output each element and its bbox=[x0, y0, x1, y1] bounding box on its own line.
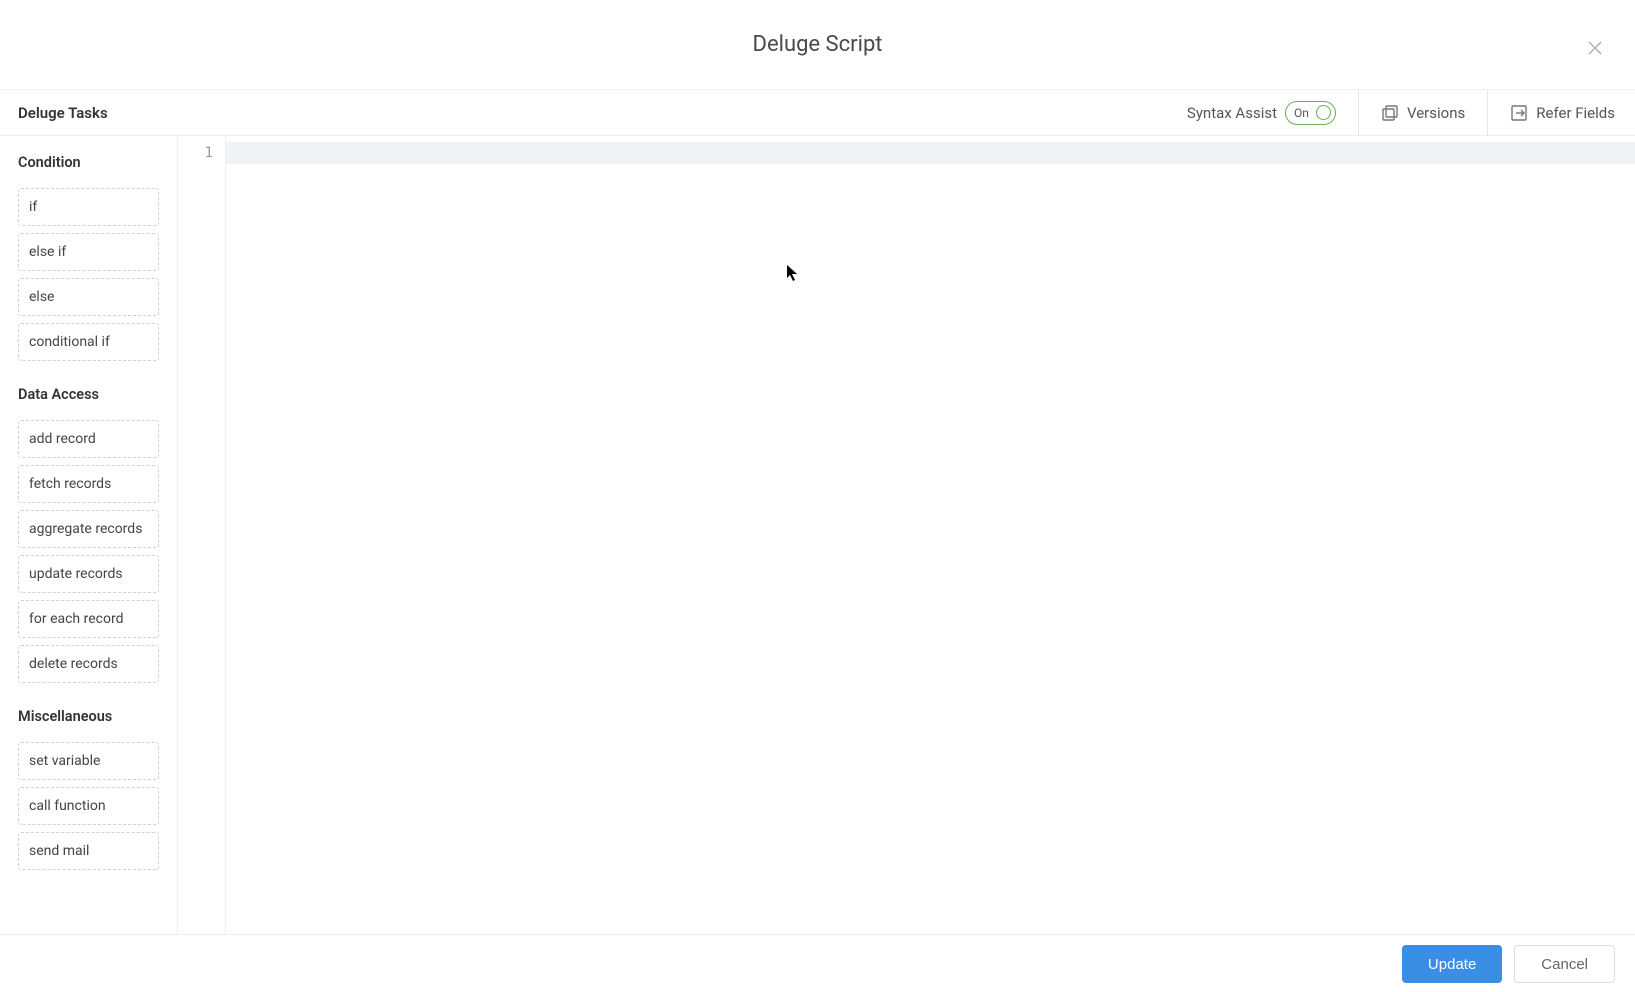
toggle-knob bbox=[1316, 105, 1331, 120]
code-area[interactable] bbox=[226, 136, 1635, 934]
line-number-gutter: 1 bbox=[178, 136, 226, 934]
syntax-assist-toggle[interactable]: On bbox=[1285, 101, 1336, 125]
section-data-access-title: Data Access bbox=[0, 368, 177, 413]
section-miscellaneous-title: Miscellaneous bbox=[0, 690, 177, 735]
toolbar: Deluge Tasks Syntax Assist On Versions R… bbox=[0, 90, 1635, 136]
syntax-assist-group: Syntax Assist On bbox=[1187, 101, 1358, 125]
task-set-variable[interactable]: set variable bbox=[18, 742, 159, 780]
refer-fields-label: Refer Fields bbox=[1536, 104, 1615, 122]
task-for-each-record[interactable]: for each record bbox=[18, 600, 159, 638]
cancel-button[interactable]: Cancel bbox=[1514, 945, 1615, 983]
update-button[interactable]: Update bbox=[1402, 945, 1502, 983]
close-icon bbox=[1587, 40, 1603, 56]
modal-header: Deluge Script bbox=[0, 0, 1635, 90]
task-send-mail[interactable]: send mail bbox=[18, 832, 159, 870]
task-add-record[interactable]: add record bbox=[18, 420, 159, 458]
close-button[interactable] bbox=[1585, 38, 1605, 58]
task-conditional-if[interactable]: conditional if bbox=[18, 323, 159, 361]
task-else-if[interactable]: else if bbox=[18, 233, 159, 271]
toggle-state-label: On bbox=[1294, 106, 1309, 120]
versions-icon bbox=[1381, 104, 1399, 122]
line-number-1: 1 bbox=[178, 142, 225, 164]
syntax-assist-label: Syntax Assist bbox=[1187, 104, 1277, 122]
task-delete-records[interactable]: delete records bbox=[18, 645, 159, 683]
task-else[interactable]: else bbox=[18, 278, 159, 316]
versions-label: Versions bbox=[1407, 104, 1465, 122]
task-fetch-records[interactable]: fetch records bbox=[18, 465, 159, 503]
section-condition-title: Condition bbox=[0, 136, 177, 181]
tasks-sidebar[interactable]: Condition if else if else conditional if… bbox=[0, 136, 178, 934]
task-if[interactable]: if bbox=[18, 188, 159, 226]
task-call-function[interactable]: call function bbox=[18, 787, 159, 825]
task-update-records[interactable]: update records bbox=[18, 555, 159, 593]
code-editor[interactable]: 1 bbox=[178, 136, 1635, 934]
footer: Update Cancel bbox=[0, 934, 1635, 992]
active-line bbox=[226, 142, 1635, 164]
refer-fields-icon bbox=[1510, 104, 1528, 122]
modal-title: Deluge Script bbox=[753, 32, 883, 57]
deluge-tasks-label: Deluge Tasks bbox=[0, 104, 178, 122]
versions-button[interactable]: Versions bbox=[1358, 90, 1487, 135]
task-aggregate-records[interactable]: aggregate records bbox=[18, 510, 159, 548]
mouse-cursor-icon bbox=[786, 264, 800, 286]
refer-fields-button[interactable]: Refer Fields bbox=[1487, 90, 1615, 135]
